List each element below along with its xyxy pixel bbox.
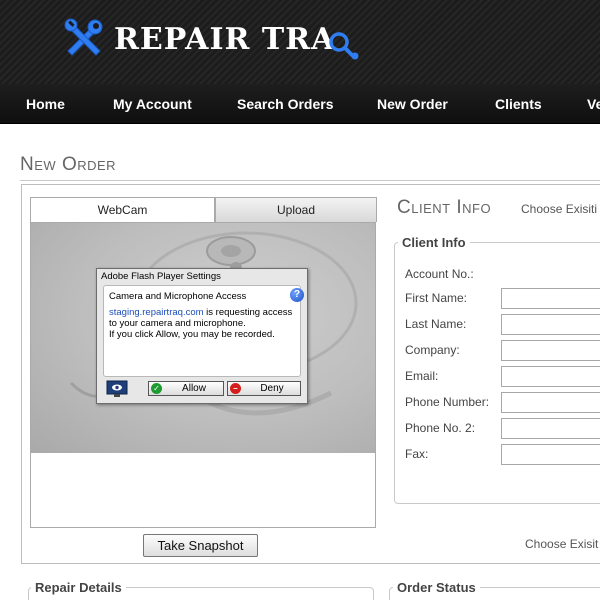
flash-message-part2: If you click Allow, you may be recorded. [109, 329, 275, 340]
fax-field[interactable] [501, 444, 600, 465]
nav-truncated-item[interactable]: Ve [587, 84, 600, 123]
tab-upload[interactable]: Upload [215, 197, 377, 222]
nav-clients[interactable]: Clients [495, 84, 542, 123]
main-nav: Home My Account Search Orders New Order … [0, 84, 600, 124]
tab-webcam[interactable]: WebCam [30, 197, 215, 222]
client-info-legend: Client Info [398, 235, 470, 250]
choose-existing-link-bottom[interactable]: Choose Exisit [525, 537, 598, 551]
first-name-field[interactable] [501, 288, 600, 309]
flash-dialog-message: staging.repairtraq.com is requesting acc… [109, 307, 299, 340]
nav-my-account[interactable]: My Account [113, 84, 192, 123]
company-field[interactable] [501, 340, 600, 361]
phone-no-2-label: Phone No. 2: [405, 421, 476, 435]
allow-button[interactable]: ✓ Allow [148, 381, 224, 396]
app-header: REPAIR TRA [0, 0, 600, 84]
wrench-tail-icon [329, 32, 359, 60]
page-title: New Order [20, 154, 117, 175]
flash-dialog-body: Camera and Microphone Access ? staging.r… [103, 285, 304, 377]
allow-label: Allow [182, 383, 206, 394]
flash-dialog-heading: Camera and Microphone Access [109, 291, 247, 302]
repair-details-legend: Repair Details [31, 580, 126, 595]
email-label: Email: [405, 369, 439, 383]
monitor-icon[interactable] [106, 380, 128, 398]
deny-label: Deny [260, 383, 284, 394]
company-label: Company: [405, 343, 460, 357]
wrench-screwdriver-icon [64, 18, 103, 56]
email-field[interactable] [501, 366, 600, 387]
logo-text: REPAIR TRA [114, 21, 336, 57]
take-snapshot-button[interactable]: Take Snapshot [143, 534, 258, 557]
first-name-label: First Name: [405, 291, 468, 305]
check-icon: ✓ [151, 383, 162, 394]
phone-no-2-field[interactable] [501, 418, 600, 439]
requesting-domain: staging.repairtraq.com [109, 307, 204, 318]
help-icon[interactable]: ? [290, 288, 304, 302]
fax-label: Fax: [405, 447, 429, 461]
nav-home[interactable]: Home [26, 84, 65, 123]
deny-button[interactable]: – Deny [227, 381, 301, 396]
flash-dialog-title: Adobe Flash Player Settings [101, 271, 221, 282]
choose-existing-link[interactable]: Choose Exisiti [521, 202, 597, 216]
last-name-label: Last Name: [405, 317, 467, 331]
client-info-title: Client Info [397, 197, 492, 218]
deny-icon: – [230, 383, 241, 394]
title-divider [20, 180, 600, 181]
nav-search-orders[interactable]: Search Orders [237, 84, 334, 123]
order-status-legend: Order Status [393, 580, 480, 595]
phone-number-label: Phone Number: [405, 395, 490, 409]
phone-number-field[interactable] [501, 392, 600, 413]
last-name-field[interactable] [501, 314, 600, 335]
logo[interactable]: REPAIR TRA [62, 14, 359, 64]
account-no-label: Account No.: [405, 267, 474, 281]
nav-new-order[interactable]: New Order [377, 84, 448, 123]
flash-settings-dialog: Adobe Flash Player Settings Camera and M… [96, 268, 308, 404]
